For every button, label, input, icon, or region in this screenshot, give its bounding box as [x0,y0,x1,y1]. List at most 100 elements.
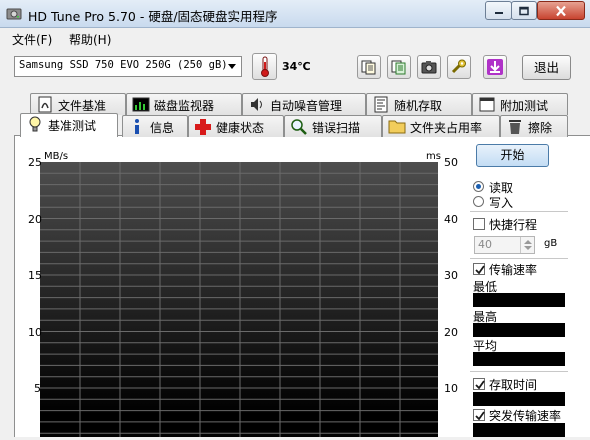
speaker-icon [251,98,262,111]
tab-label: 随机存取 [394,99,443,113]
maximize-icon [519,6,529,15]
start-button[interactable]: 开始 [476,144,549,167]
right-axis-tick: 30 [444,269,458,282]
copy-text-button[interactable] [357,55,381,79]
right-axis-tick: 10 [444,382,458,395]
short-stroke-stepper[interactable]: 40 [474,236,535,254]
y-axis-unit-right: ms [426,151,441,162]
menu-file[interactable]: 文件(F) [12,31,52,48]
left-axis-tick: 15 [28,269,42,282]
window-title: HD Tune Pro 5.70 - 硬盘/固态硬盘实用程序 [28,9,278,24]
drive-select[interactable]: Samsung SSD 750 EVO 250G (250 gB) [14,56,242,77]
download-button[interactable] [483,55,507,79]
left-axis-tick: 25 [28,156,42,169]
tab-info[interactable]: 信息 [122,115,188,137]
tab-label: 文件基准 [58,99,107,113]
extra-tests-icon [479,97,495,112]
chart-grid [40,162,438,437]
tab-label: 信息 [150,121,175,135]
temperature-readout: 34℃ [282,60,311,73]
magnifier-icon [291,119,307,135]
download-icon [487,59,503,75]
light-bulb-icon [29,116,41,132]
tab-acoustic-management[interactable]: 自动噪音管理 [242,93,366,115]
checkmark-icon [475,411,485,421]
stepper-up-button[interactable] [520,237,534,245]
minimize-button[interactable] [485,1,512,20]
drive-select-value: Samsung SSD 750 EVO 250G (250 gB) [19,59,228,71]
chevron-down-icon [228,64,236,69]
minimum-value [473,293,565,307]
tab-health[interactable]: 健康状态 [188,115,284,137]
short-stroke-unit: gB [544,238,558,249]
tab-label: 文件夹占用率 [410,121,483,135]
average-value [473,352,565,366]
access-time-label[interactable]: 存取时间 [489,376,537,393]
tab-label: 擦除 [528,121,553,135]
title-bar[interactable]: HD Tune Pro 5.70 - 硬盘/固态硬盘实用程序 [0,0,590,28]
close-icon [556,5,566,16]
chevron-down-icon [524,246,532,250]
left-axis-tick: 5 [34,382,41,395]
temperature-button[interactable] [252,53,277,80]
separator [470,258,568,259]
tab-label: 错误扫描 [312,121,361,135]
transfer-rate-label[interactable]: 传输速率 [489,261,537,278]
copy-info-button[interactable] [387,55,411,79]
maximize-button[interactable] [511,1,537,20]
separator [470,371,568,372]
burst-rate-label[interactable]: 突发传输速率 [489,407,561,424]
short-stroke-value: 40 [478,238,492,251]
short-stroke-checkbox[interactable] [473,218,485,230]
transfer-rate-checkbox[interactable] [473,263,485,275]
write-radio[interactable] [473,196,484,207]
right-axis-tick: 50 [444,156,458,169]
read-radio[interactable] [473,181,484,192]
copy-text-icon [361,60,376,75]
tab-file-benchmark[interactable]: 文件基准 [30,93,126,115]
exit-button[interactable]: 退出 [522,55,571,80]
access-time-value [473,392,565,406]
copy-info-icon [391,60,406,75]
minimize-icon [494,11,503,14]
screenshot-camera-icon [421,61,437,74]
disk-monitor-icon [132,97,150,112]
benchmark-chart [40,162,438,437]
tab-label: 附加测试 [500,99,549,113]
tab-benchmark[interactable]: 基准测试 [20,113,118,137]
thermometer-icon [261,56,269,77]
health-cross-icon [195,119,211,135]
burst-rate-checkbox[interactable] [473,409,485,421]
tab-label: 健康状态 [216,121,265,135]
tab-label: 自动噪音管理 [270,99,343,113]
file-benchmark-icon [38,96,52,113]
tab-disk-monitor[interactable]: 磁盘监视器 [126,93,242,115]
menu-help[interactable]: 帮助(H) [69,31,111,48]
tab-folder-usage[interactable]: 文件夹占用率 [382,115,500,137]
random-access-icon [374,96,388,113]
left-axis-tick: 10 [28,325,42,339]
maximum-value [473,323,565,337]
options-button[interactable] [447,55,471,79]
close-button[interactable] [537,1,585,20]
tab-label: 磁盘监视器 [154,99,215,113]
chevron-up-icon [524,240,532,244]
tab-label: 基准测试 [48,119,97,133]
separator [470,211,568,212]
trash-icon [509,120,521,134]
access-time-checkbox[interactable] [473,378,485,390]
burst-rate-value [473,423,565,437]
write-label[interactable]: 写入 [489,194,513,211]
folder-icon [388,120,406,134]
short-stroke-label[interactable]: 快捷行程 [489,216,537,233]
screenshot-button[interactable] [417,55,441,79]
tab-error-scan[interactable]: 错误扫描 [284,115,382,137]
info-icon [135,119,139,134]
left-axis-tick: 20 [28,212,42,226]
tab-extra-tests[interactable]: 附加测试 [472,93,568,115]
right-axis-tick: 20 [444,325,458,339]
tab-erase[interactable]: 擦除 [500,115,568,137]
stepper-down-button[interactable] [520,245,534,253]
app-disk-icon [6,8,22,20]
tab-random-access[interactable]: 随机存取 [366,93,472,115]
